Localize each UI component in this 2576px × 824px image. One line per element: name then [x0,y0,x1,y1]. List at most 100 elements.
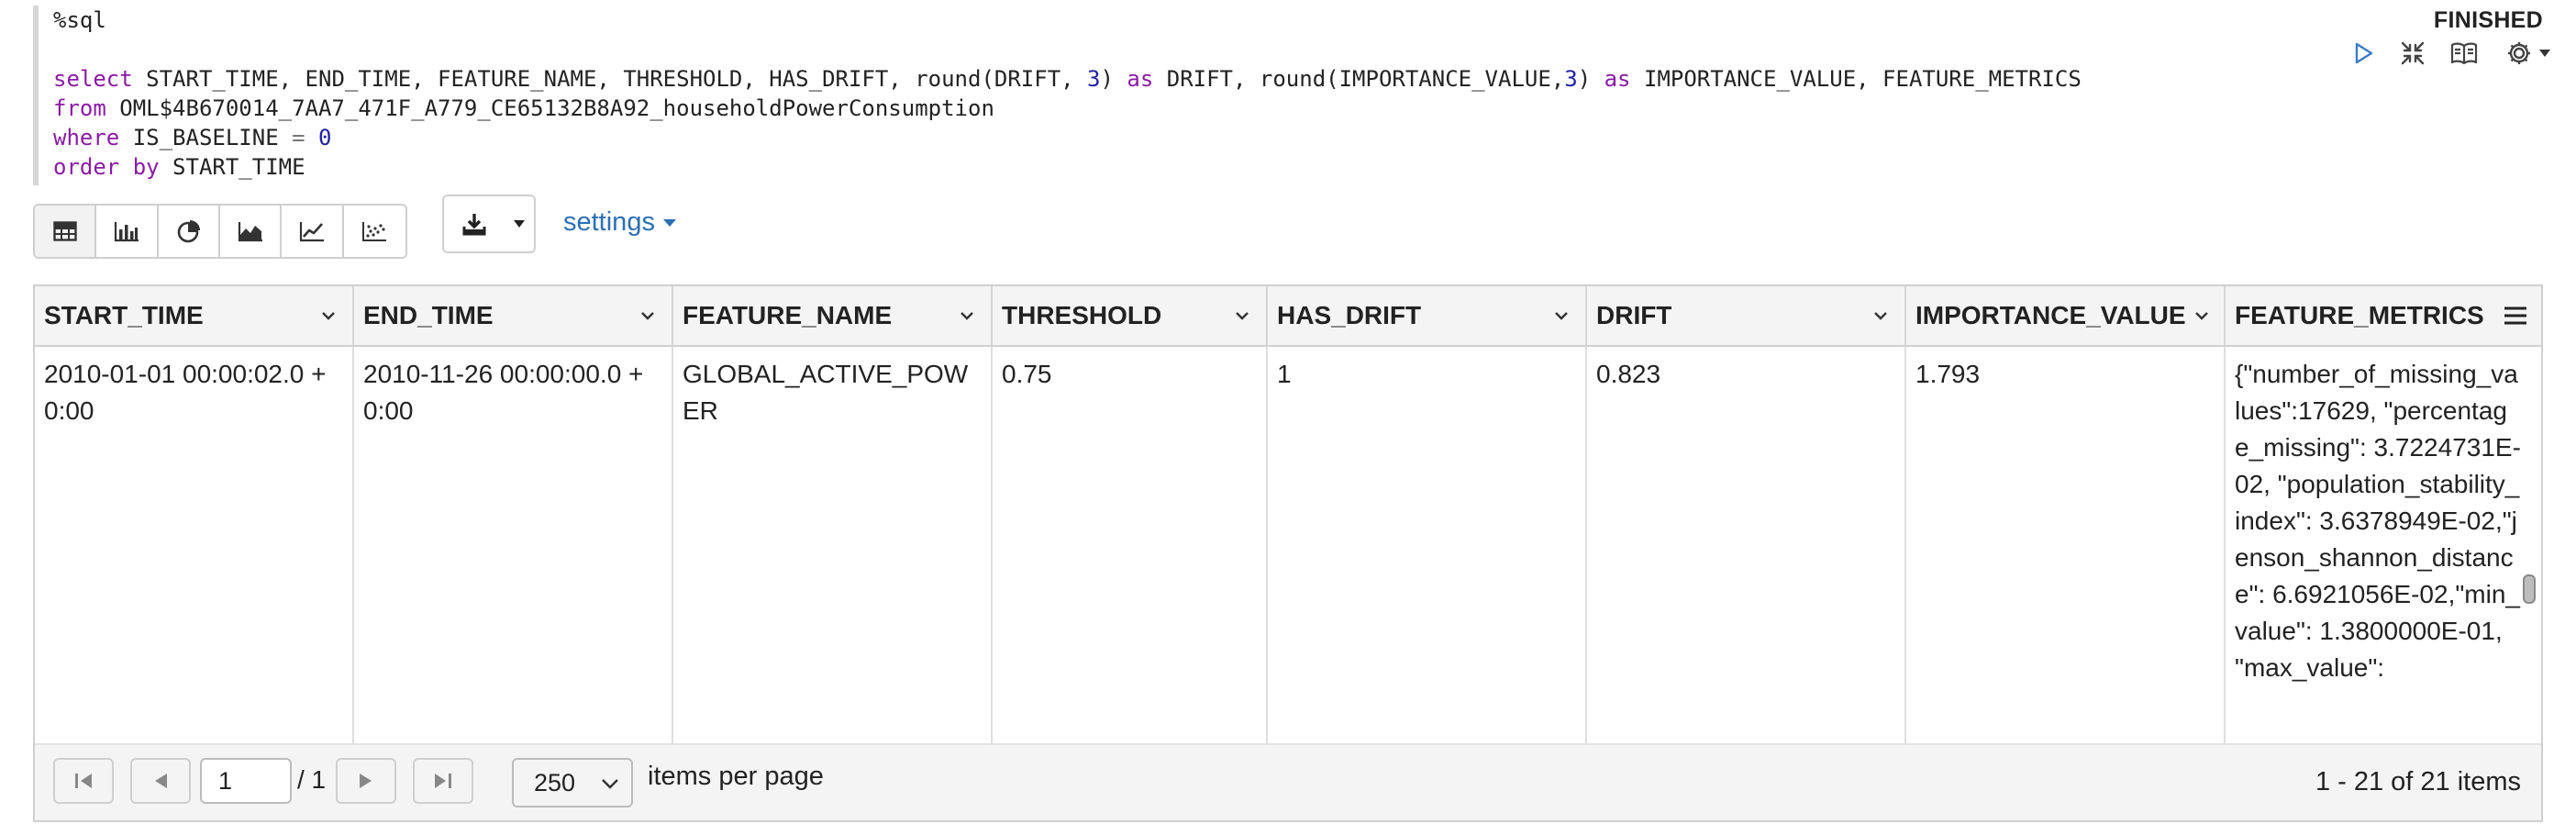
column-header-label: THRESHOLD [1002,301,1162,329]
code-token: = [292,125,305,150]
column-header-label: FEATURE_NAME [683,301,893,329]
items-per-page-label: items per page [648,762,824,791]
table-cell: 1 [1268,347,1587,743]
last-page-button[interactable] [413,758,473,804]
code-token: IMPORTANCE_VALUE, FEATURE_METRICS [1630,66,2082,92]
paragraph-controls [2347,37,2558,70]
page-size-select[interactable]: 250 [512,758,633,807]
vertical-scrollbar[interactable] [2523,574,2536,604]
code-token: START_TIME [159,154,305,180]
code-line: where IS_BASELINE = 0 [53,123,331,152]
code-token: select [53,66,133,92]
hamburger-icon [2504,306,2526,325]
column-header[interactable]: END_TIME [354,286,673,345]
download-options-button[interactable] [505,196,534,251]
table-cell: 0.75 [993,347,1268,743]
previous-page-icon [155,774,167,788]
code-token: ) [1577,66,1604,92]
bar-chart-icon [114,222,139,242]
code-line: %sql [53,6,106,35]
next-page-icon [360,774,372,788]
table-icon [52,221,77,241]
code-token: OML$4B670014_7AA7_471F_A779_CE65132B8A92… [105,95,994,121]
first-page-button[interactable] [53,758,114,804]
scatter-chart-button[interactable] [343,206,405,257]
column-header-label: DRIFT [1596,301,1672,329]
grid-header: START_TIME END_TIME FEATURE_NAME THRESHO… [35,286,2541,347]
grid-body: 2010-01-01 00:00:02.0 +0:00 2010-11-26 0… [35,347,2541,743]
column-header-label: START_TIME [44,301,204,329]
page-number-input[interactable] [200,758,292,804]
table-view-button[interactable] [35,206,97,257]
column-header[interactable]: THRESHOLD [993,286,1268,345]
settings-label: settings [563,207,655,237]
chevron-down-icon [514,220,525,228]
code-token: ) [1100,66,1127,92]
column-menu-icon[interactable] [1233,306,1251,325]
column-header[interactable]: FEATURE_NAME [673,286,993,345]
chevron-down-icon [2539,50,2550,57]
table-cell: {"number_of_missing_values":17629, "perc… [2235,360,2521,682]
area-chart-icon [238,222,262,242]
column-menu-icon[interactable] [638,306,657,325]
grid-columns-menu-button[interactable] [2490,286,2541,345]
code-line: from OML$4B670014_7AA7_471F_A779_CE65132… [53,94,994,123]
column-header[interactable]: START_TIME [35,286,354,345]
line-chart-icon [299,222,325,242]
bar-chart-button[interactable] [96,206,159,257]
column-menu-icon[interactable] [319,306,338,325]
column-header[interactable]: FEATURE_METRICS [2226,286,2492,345]
code-token: as [1127,66,1154,92]
gear-icon[interactable] [2499,37,2558,70]
settings-toggle[interactable]: settings [563,207,677,238]
code-token: START_TIME, END_TIME, FEATURE_NAME, THRE… [132,66,1088,92]
code-token: DRIFT, round(IMPORTANCE_VALUE, [1153,66,1565,92]
pagination-bar: / 1 250 items per page 1 - 21 of 21 item… [35,743,2541,820]
page-size-value: 250 [534,768,576,796]
code-token: order by [53,154,160,180]
pie-chart-button[interactable] [158,206,221,257]
column-menu-icon[interactable] [2193,306,2211,325]
column-menu-icon[interactable] [1552,306,1571,325]
table-cell: GLOBAL_ACTIVE_POWER [673,347,993,743]
code-editor[interactable]: %sql select START_TIME, END_TIME, FEATUR… [33,6,2387,185]
collapse-icon[interactable] [2396,37,2429,70]
code-token: 0 [318,125,332,150]
code-token: as [1604,66,1631,92]
download-icon [462,214,486,236]
code-token: 3 [1564,66,1578,92]
column-menu-icon[interactable] [1871,306,1890,325]
column-header[interactable]: DRIFT [1587,286,1906,345]
next-page-button[interactable] [336,758,396,804]
pie-chart-icon [178,220,201,243]
column-header[interactable]: HAS_DRIFT [1268,286,1587,345]
table-cell: 0.823 [1587,347,1906,743]
table-cell: 2010-01-01 00:00:02.0 +0:00 [35,347,354,743]
book-icon[interactable] [2448,37,2481,70]
code-token: from [53,95,106,121]
column-menu-icon[interactable] [958,306,976,325]
pagination-range: 1 - 21 of 21 items [2315,767,2521,796]
last-page-icon [435,774,451,788]
code-token: IS_BASELINE [119,125,293,150]
page-total: / 1 [297,765,327,794]
column-header-label: IMPORTANCE_VALUE [1915,301,2186,329]
results-grid: START_TIME END_TIME FEATURE_NAME THRESHO… [33,284,2543,822]
run-icon[interactable] [2347,37,2380,70]
download-button[interactable] [444,196,505,251]
first-page-icon [75,774,92,788]
chevron-down-icon [662,218,676,227]
download-control [442,195,536,253]
line-chart-button[interactable] [282,206,344,257]
code-token: where [53,125,120,150]
area-chart-button[interactable] [220,206,283,257]
paragraph-status: FINISHED [2433,7,2543,33]
column-header-label: END_TIME [363,301,494,329]
code-line: select START_TIME, END_TIME, FEATURE_NAM… [53,64,2082,94]
code-line: order by START_TIME [53,152,305,182]
previous-page-button[interactable] [130,758,191,804]
column-header-label: HAS_DRIFT [1277,301,1422,329]
code-token: 3 [1087,66,1101,92]
column-header[interactable]: IMPORTANCE_VALUE [1906,286,2226,345]
